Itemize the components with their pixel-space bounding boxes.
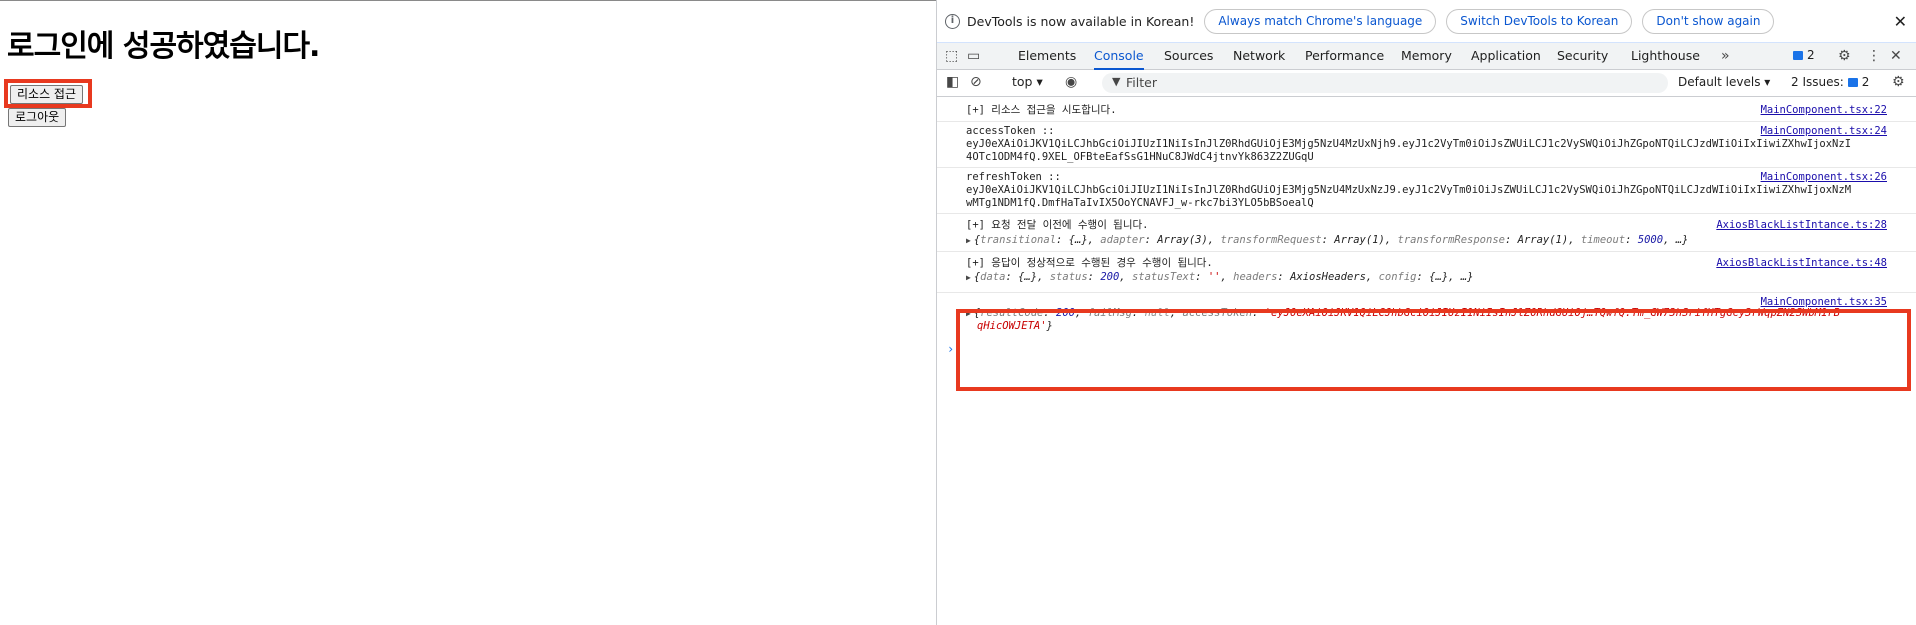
console-message-text: [+] 요청 전달 이전에 수행이 됩니다. — [966, 219, 1149, 231]
close-icon[interactable]: ✕ — [1894, 12, 1907, 31]
log-levels-value: Default levels — [1678, 75, 1761, 89]
page-title: 로그인에 성공하였습니다. — [7, 29, 320, 64]
console-message-text: [+] 응답이 정상적으로 수행된 경우 수행이 됩니다. — [966, 257, 1213, 269]
separator — [937, 121, 1916, 122]
tab-memory[interactable]: Memory — [1401, 43, 1452, 70]
response-object[interactable]: ▶ {data: {…}, status: 200, statusText: ''… — [966, 271, 1473, 284]
clear-console-icon[interactable]: ⊘ — [970, 74, 982, 90]
more-tabs-icon[interactable]: » — [1721, 48, 1730, 64]
source-link[interactable]: AxiosBlackListIntance.ts:28 — [1716, 219, 1887, 232]
source-link[interactable]: AxiosBlackListIntance.ts:48 — [1716, 257, 1887, 270]
context-value: top — [1012, 74, 1033, 89]
kebab-menu-icon[interactable]: ⋮ — [1867, 48, 1881, 64]
console-message-text: refreshToken :: eyJ0eXAiOiJKV1QiLCJhbGci… — [966, 171, 1852, 209]
context-select[interactable]: top ▾ — [1012, 74, 1043, 89]
tab-elements[interactable]: Elements — [1018, 43, 1076, 70]
tab-lighthouse[interactable]: Lighthouse — [1631, 43, 1700, 70]
tab-console[interactable]: Console — [1094, 43, 1144, 70]
info-icon: i — [945, 13, 960, 29]
eye-icon[interactable]: ◉ — [1065, 74, 1077, 90]
tab-performance[interactable]: Performance — [1305, 43, 1384, 70]
issues-badge[interactable]: 2 — [1793, 48, 1815, 62]
highlight-box-resource-button — [4, 79, 92, 108]
devtools-panel: i DevTools is now available in Korean! A… — [936, 0, 1916, 625]
separator — [937, 292, 1916, 293]
console-message-text: [+] 리소스 접근을 시도합니다. — [966, 104, 1117, 116]
inspect-element-icon[interactable]: ⬚ — [945, 48, 958, 64]
expand-arrow-icon[interactable]: ▶ — [966, 273, 971, 282]
language-infobar: i DevTools is now available in Korean! A… — [937, 0, 1916, 43]
expand-arrow-icon[interactable]: ▶ — [966, 236, 971, 245]
dont-show-again-button[interactable]: Don't show again — [1642, 8, 1775, 34]
console-message-text: accessToken :: eyJ0eXAiOiJKV1QiLCJhbGciO… — [966, 125, 1852, 163]
close-devtools-icon[interactable]: ✕ — [1890, 48, 1902, 64]
source-link[interactable]: MainComponent.tsx:24 — [1761, 125, 1887, 138]
issues-counter[interactable]: 2 Issues: 2 — [1791, 75, 1869, 89]
console-prompt-icon[interactable]: › — [947, 342, 954, 356]
message-icon — [1847, 78, 1858, 87]
separator — [937, 167, 1916, 168]
infobar-text: DevTools is now available in Korean! — [967, 13, 1195, 29]
match-language-button[interactable]: Always match Chrome's language — [1204, 8, 1437, 34]
source-link[interactable]: MainComponent.tsx:22 — [1761, 104, 1887, 117]
filter-input[interactable] — [1126, 74, 1646, 91]
tab-network[interactable]: Network — [1233, 43, 1285, 70]
issues-badge-count: 2 — [1807, 48, 1815, 62]
filter-icon: ▼ — [1112, 75, 1121, 88]
console-toolbar: ◧ ⊘ top ▾ ◉ ▼ Default levels ▾ 2 Issues:… — [937, 70, 1916, 97]
gear-icon[interactable]: ⚙ — [1838, 48, 1851, 64]
tab-sources[interactable]: Sources — [1164, 43, 1213, 70]
console-settings-icon[interactable]: ⚙ — [1892, 74, 1905, 90]
request-config-object[interactable]: ▶ {transitional: {…}, adapter: Array(3), … — [966, 234, 1688, 247]
tab-application[interactable]: Application — [1471, 43, 1541, 70]
sidebar-toggle-icon[interactable]: ◧ — [946, 74, 959, 90]
logout-button[interactable]: 로그아웃 — [8, 108, 67, 127]
switch-korean-button[interactable]: Switch DevTools to Korean — [1446, 8, 1633, 34]
filter-box[interactable]: ▼ — [1102, 73, 1668, 93]
highlight-box-axios-logs — [956, 309, 1911, 391]
separator — [937, 251, 1916, 252]
source-link[interactable]: MainComponent.tsx:26 — [1761, 171, 1887, 184]
devtools-tabbar: ⬚ ▭ Elements Console Sources Network Per… — [937, 43, 1916, 70]
message-icon — [1793, 51, 1803, 60]
web-page: 로그인에 성공하였습니다. 리소스 접근 로그아웃 — [0, 0, 936, 625]
issues-count: 2 — [1861, 75, 1870, 89]
separator — [937, 213, 1916, 214]
console-output: [+] 리소스 접근을 시도합니다. MainComponent.tsx:22 … — [937, 97, 1916, 625]
issues-label: 2 Issues: — [1791, 75, 1844, 89]
tab-security[interactable]: Security — [1557, 43, 1608, 70]
log-levels-select[interactable]: Default levels ▾ — [1678, 75, 1770, 89]
device-toolbar-icon[interactable]: ▭ — [967, 48, 980, 64]
